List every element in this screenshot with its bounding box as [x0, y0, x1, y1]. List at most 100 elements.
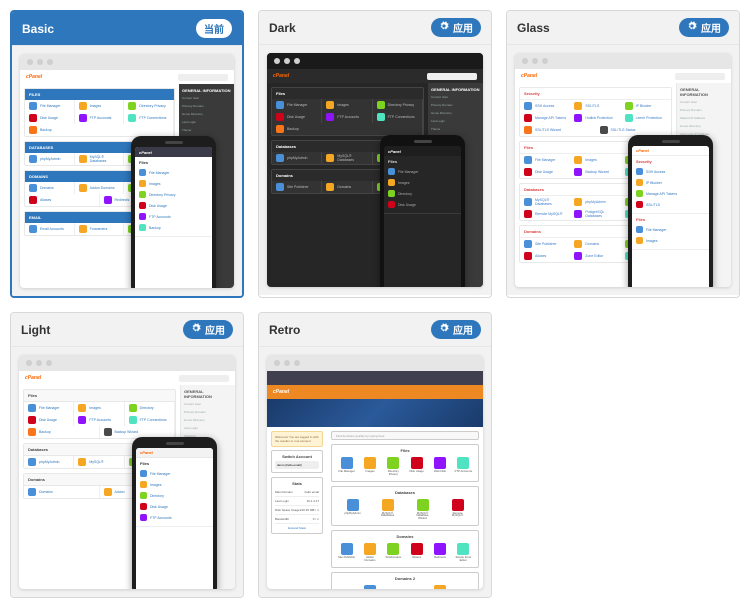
- panel-item[interactable]: phpMyAdmin: [25, 153, 75, 165]
- mobile-item[interactable]: Disk Usage: [140, 501, 209, 512]
- retro-item[interactable]: MySQL® Database Wizard: [414, 499, 432, 520]
- panel-item[interactable]: IP Blocker: [621, 100, 671, 112]
- mobile-item[interactable]: Images: [636, 235, 705, 246]
- panel-item[interactable]: Directory: [125, 402, 175, 414]
- retro-item[interactable]: Addon Domains: [361, 543, 379, 562]
- panel-item[interactable]: Site Publisher: [272, 181, 322, 193]
- mobile-item[interactable]: FTP Accounts: [140, 512, 209, 523]
- panel-item[interactable]: Backup Wizard: [570, 166, 620, 178]
- panel-item[interactable]: Leech Protection: [621, 112, 671, 124]
- panel-item[interactable]: Forwarders: [75, 223, 125, 235]
- retro-item[interactable]: Subdomains: [384, 543, 402, 562]
- retro-item[interactable]: Simple Zone Editor: [454, 543, 472, 562]
- mobile-item[interactable]: SSH Access: [636, 166, 705, 177]
- panel-item[interactable]: Zone Editor: [570, 250, 620, 262]
- retro-item[interactable]: File Manager: [338, 457, 356, 476]
- panel-header[interactable]: Security: [520, 88, 671, 100]
- mobile-item[interactable]: SSL/TLS: [636, 199, 705, 210]
- panel-item[interactable]: FTP Connections: [373, 111, 423, 123]
- mobile-item[interactable]: Backup: [139, 222, 208, 233]
- mobile-item[interactable]: Images: [140, 479, 209, 490]
- panel-item[interactable]: FTP Accounts: [322, 111, 372, 123]
- panel-header[interactable]: FILES: [25, 89, 174, 100]
- panel-item[interactable]: Images: [75, 100, 125, 112]
- panel-item[interactable]: Domains: [24, 486, 100, 498]
- retro-item[interactable]: Disk Usage: [408, 457, 426, 476]
- panel-item[interactable]: Domains: [25, 182, 75, 194]
- panel-item[interactable]: MySQL® Databases: [322, 152, 372, 164]
- mobile-item[interactable]: IP Blocker: [636, 177, 705, 188]
- panel-item[interactable]: MySQL® Databases: [520, 196, 570, 208]
- search-pill[interactable]: [675, 73, 725, 80]
- retro-item[interactable]: Aliases: [408, 543, 426, 562]
- panel-item[interactable]: PostgreSQL Databases: [570, 208, 620, 220]
- panel-item[interactable]: File Manager: [24, 402, 74, 414]
- mobile-item[interactable]: File Manager: [139, 167, 208, 178]
- panel-header[interactable]: Files: [272, 88, 423, 99]
- retro-item[interactable]: Remote MySQL®: [449, 499, 467, 520]
- panel-item[interactable]: Disk Usage: [272, 111, 322, 123]
- search-pill[interactable]: [178, 74, 228, 81]
- apply-button[interactable]: 应用: [431, 320, 481, 339]
- mobile-item[interactable]: File Manager: [388, 166, 457, 177]
- panel-item[interactable]: Aliases: [520, 250, 570, 262]
- apply-button[interactable]: 应用: [431, 18, 481, 37]
- panel-item[interactable]: Backup: [25, 124, 174, 136]
- panel-item[interactable]: File Manager: [25, 100, 75, 112]
- search-pill[interactable]: [179, 375, 229, 382]
- mobile-item[interactable]: FTP Accounts: [139, 211, 208, 222]
- panel-item[interactable]: Domains: [570, 238, 620, 250]
- panel-item[interactable]: phpMyAdmin: [570, 196, 620, 208]
- panel-item[interactable]: SSH Access: [520, 100, 570, 112]
- panel-item[interactable]: Disk Usage: [520, 166, 570, 178]
- mobile-item[interactable]: Images: [139, 178, 208, 189]
- panel-header[interactable]: Files: [24, 390, 175, 402]
- search-pill[interactable]: [427, 73, 477, 80]
- panel-item[interactable]: MySQL®: [74, 456, 124, 468]
- retro-item[interactable]: Advanced Zone Editor: [361, 585, 379, 589]
- apply-button[interactable]: 应用: [183, 320, 233, 339]
- panel-item[interactable]: Directory Privacy: [124, 100, 174, 112]
- panel-item[interactable]: Domains: [322, 181, 372, 193]
- mobile-item[interactable]: Directory: [388, 188, 457, 199]
- panel-item[interactable]: SSL/TLS Wizard: [520, 124, 596, 136]
- mobile-item[interactable]: File Manager: [140, 468, 209, 479]
- panel-item[interactable]: FTP Accounts: [74, 414, 124, 426]
- panel-item[interactable]: Disk Usage: [25, 112, 75, 124]
- retro-item[interactable]: Images: [361, 457, 379, 476]
- panel-item[interactable]: Remote MySQL®: [520, 208, 570, 220]
- panel-item[interactable]: Backup: [272, 123, 423, 135]
- mobile-item[interactable]: Directory Privacy: [139, 189, 208, 200]
- panel-item[interactable]: SSL/TLS: [570, 100, 620, 112]
- mobile-item[interactable]: Images: [388, 177, 457, 188]
- retro-item[interactable]: Site Publisher: [338, 543, 356, 562]
- expand-stats-link[interactable]: Expand Stats: [275, 526, 319, 530]
- mobile-item[interactable]: Directory: [140, 490, 209, 501]
- mobile-item[interactable]: Manage API Tokens: [636, 188, 705, 199]
- panel-item[interactable]: phpMyAdmin: [24, 456, 74, 468]
- retro-item[interactable]: Redirects: [431, 543, 449, 562]
- panel-item[interactable]: Addon Domains: [75, 182, 125, 194]
- panel-item[interactable]: FTP Accounts: [75, 112, 125, 124]
- mobile-item[interactable]: File Manager: [636, 224, 705, 235]
- account-select[interactable]: demo (hello.email): [275, 461, 319, 469]
- panel-item[interactable]: Hotlink Protection: [570, 112, 620, 124]
- panel-item[interactable]: Images: [322, 99, 372, 111]
- panel-item[interactable]: File Manager: [272, 99, 322, 111]
- retro-item[interactable]: FTP Accounts: [454, 457, 472, 476]
- retro-item[interactable]: phpMyAdmin: [344, 499, 362, 520]
- mobile-item[interactable]: Disk Usage: [388, 199, 457, 210]
- retro-item[interactable]: MySQL® Databases: [379, 499, 397, 520]
- panel-item[interactable]: Aliases: [25, 194, 100, 206]
- apply-button[interactable]: 应用: [679, 18, 729, 37]
- panel-item[interactable]: Directory Privacy: [373, 99, 423, 111]
- panel-item[interactable]: Manage API Tokens: [520, 112, 570, 124]
- panel-item[interactable]: File Manager: [520, 154, 570, 166]
- panel-item[interactable]: Email Accounts: [25, 223, 75, 235]
- retro-item[interactable]: Directory Privacy: [384, 457, 402, 476]
- retro-item[interactable]: Zone Editor: [431, 585, 449, 589]
- panel-item[interactable]: Disk Usage: [24, 414, 74, 426]
- search-input[interactable]: Find functions quickly by typing here: [331, 431, 479, 440]
- panel-item[interactable]: phpMyAdmin: [272, 152, 322, 164]
- mobile-item[interactable]: Disk Usage: [139, 200, 208, 211]
